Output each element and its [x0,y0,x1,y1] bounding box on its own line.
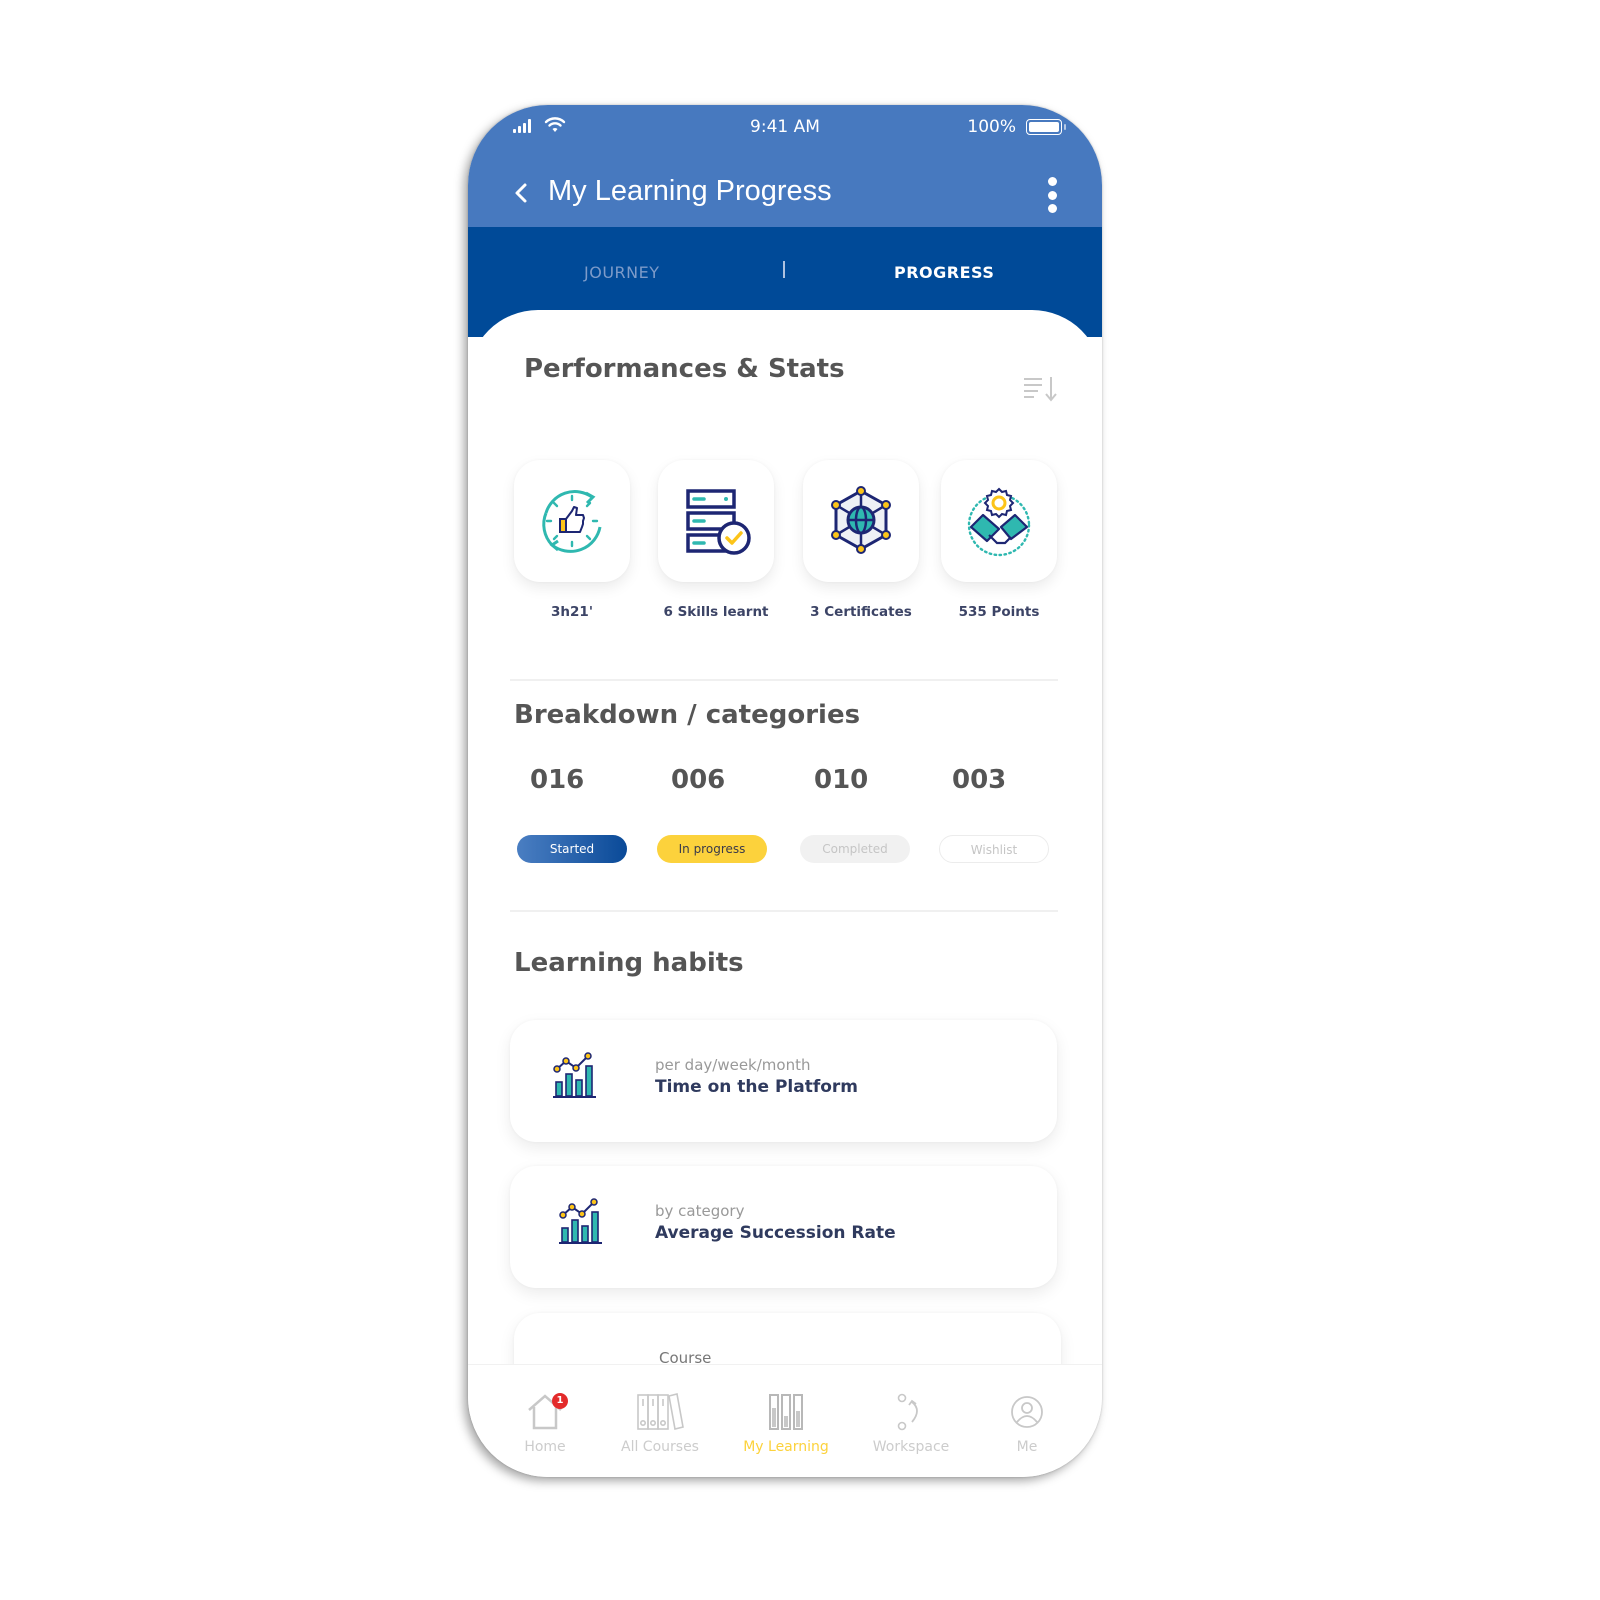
sort-descending-icon[interactable] [1022,375,1058,403]
phone-screen: 9:41 AM 100% My Learning Progress JOURNE… [468,105,1102,1477]
content-area: Performances & Stats 3h21' 6 Skills lear… [468,310,1102,1435]
kebab-menu-button[interactable] [1040,177,1064,213]
battery-icon [1026,119,1066,135]
habit-card-success-rate[interactable]: by category Average Succession Rate [510,1166,1057,1288]
network-globe-icon [831,486,891,554]
status-bar: 9:41 AM 100% [468,115,1102,139]
stat-label: 3h21' [551,604,593,620]
nav-label: My Learning [743,1439,829,1455]
workflow-icon [897,1393,918,1431]
nav-my-learning[interactable]: My Learning [731,1389,841,1455]
count-completed: 010 [814,765,869,795]
section-divider [510,910,1058,912]
app-bar: 9:41 AM 100% My Learning Progress [468,105,1102,227]
performance-title: Performances & Stats [524,354,845,384]
habits-title: Learning habits [514,948,744,978]
nav-me[interactable]: Me [972,1389,1082,1455]
filter-wishlist[interactable]: Wishlist [939,835,1049,863]
habit-subtitle: by category [655,1202,745,1220]
bottom-nav: 1 Home All Courses My Learning Workspace… [468,1364,1102,1477]
nav-home[interactable]: 1 Home [490,1389,600,1455]
tab-journey[interactable]: JOURNEY [584,263,660,282]
nav-label: Workspace [872,1439,950,1455]
filter-in-progress[interactable]: In progress [657,835,767,863]
nav-label: Me [1016,1439,1038,1455]
stat-label: 3 Certificates [810,604,912,620]
count-in-progress: 006 [671,765,726,795]
bar-line-chart-icon [559,1198,602,1244]
battery-percent: 100% [967,117,1016,137]
habit-subtitle: per day/week/month [655,1056,811,1074]
nav-label: Home [524,1439,566,1455]
progress-bars-icon [769,1394,803,1430]
tab-divider [783,261,785,278]
stat-card[interactable] [941,460,1057,582]
stat-card[interactable] [658,460,774,582]
stat-time[interactable]: 3h21' [514,460,630,620]
books-icon [637,1393,684,1430]
breakdown-title: Breakdown / categories [514,700,861,730]
stat-card[interactable] [514,460,630,582]
tab-progress[interactable]: PROGRESS [894,263,994,282]
habit-card-time-on-platform[interactable]: per day/week/month Time on the Platform [510,1020,1057,1142]
nav-label: All Courses [621,1439,699,1455]
filter-completed[interactable]: Completed [800,835,910,863]
stacked-skills-check-icon [686,489,751,555]
section-divider [510,679,1058,681]
handshake-badge-icon [967,487,1031,557]
page-title: My Learning Progress [548,175,832,207]
user-icon [1011,1396,1043,1428]
stat-label: 6 Skills learnt [663,604,769,620]
bar-line-chart-icon [553,1052,596,1098]
notification-badge: 1 [552,1393,568,1409]
stat-skills[interactable]: 6 Skills learnt [658,460,774,620]
back-button[interactable] [508,175,538,211]
stat-card[interactable] [803,460,919,582]
count-wishlist: 003 [952,765,1007,795]
stat-certificates[interactable]: 3 Certificates [803,460,919,620]
clock-thumbs-up-icon [542,490,602,553]
habit-title: Average Succession Rate [655,1223,896,1243]
count-started: 016 [530,765,585,795]
filter-started[interactable]: Started [517,835,627,863]
stat-label: 535 Points [958,604,1040,620]
title-bar: My Learning Progress [468,173,1102,213]
nav-workspace[interactable]: Workspace [856,1389,966,1455]
nav-all-courses[interactable]: All Courses [605,1389,715,1455]
habit-title: Time on the Platform [655,1077,859,1097]
stat-points[interactable]: 535 Points [941,460,1057,620]
